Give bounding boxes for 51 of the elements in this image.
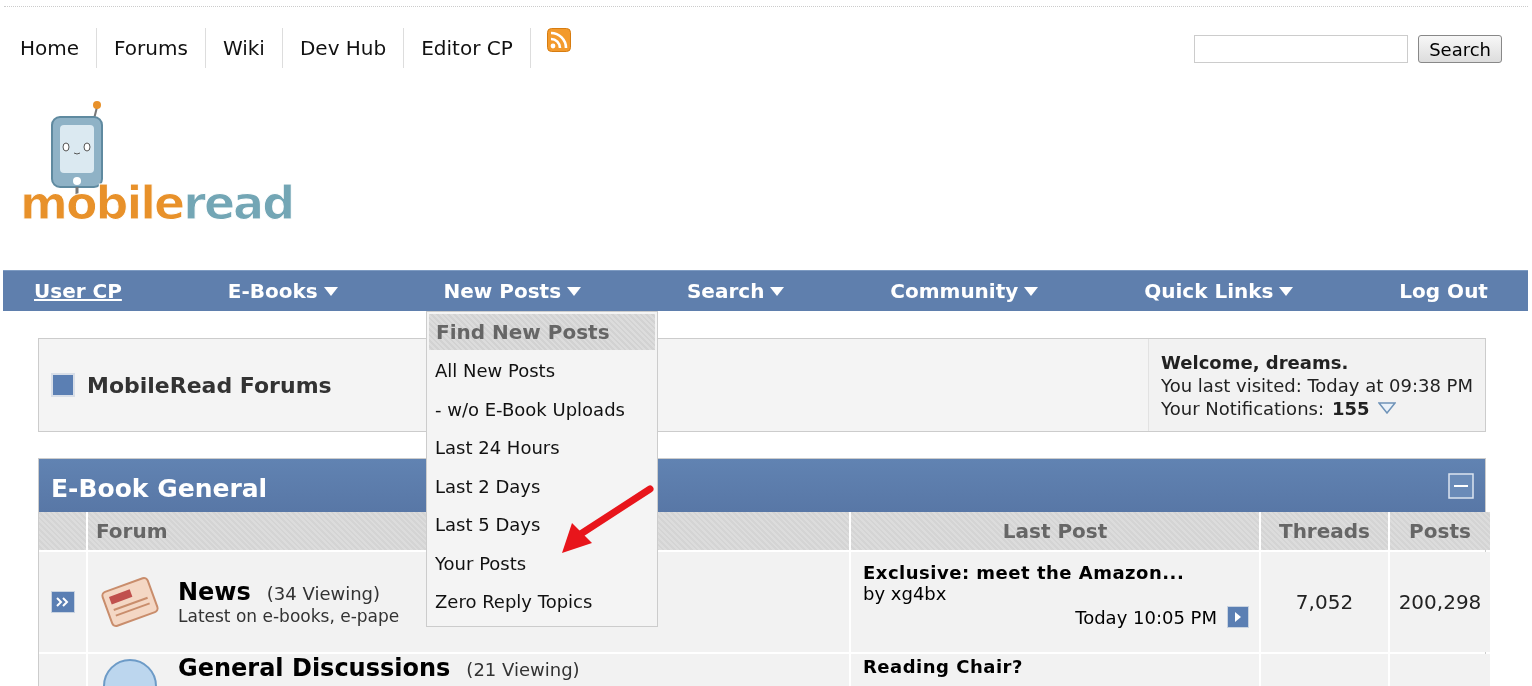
- nav-menu-item[interactable]: Search: [686, 275, 785, 307]
- top-nav-link[interactable]: Wiki: [205, 28, 283, 68]
- menu-item[interactable]: Last 24 Hours: [427, 429, 657, 468]
- caret-icon: [770, 286, 785, 296]
- top-nav-link[interactable]: Dev Hub: [282, 28, 405, 68]
- viewing-count: (21 Viewing): [466, 659, 580, 680]
- thread-count: 7,052: [1295, 590, 1354, 614]
- rss-icon[interactable]: [546, 28, 571, 52]
- menu-heading: Find New Posts: [429, 314, 655, 350]
- category-title[interactable]: E-Book General: [51, 468, 268, 503]
- search-button[interactable]: Search: [1418, 35, 1502, 63]
- forum-title[interactable]: MobileRead Forums: [87, 372, 332, 398]
- go-to-post-icon[interactable]: [1227, 606, 1249, 628]
- nav-menu-item[interactable]: Community: [890, 275, 1039, 307]
- menu-item[interactable]: All New Posts: [427, 352, 657, 391]
- forum-name[interactable]: News: [178, 578, 251, 606]
- column-header: Last Post: [851, 512, 1259, 550]
- nav-menu-item[interactable]: Quick Links: [1144, 275, 1294, 307]
- last-post-time: Today 10:05 PM: [1075, 606, 1217, 628]
- nav-menu-item[interactable]: Log Out: [1399, 275, 1488, 307]
- collapse-icon[interactable]: [1448, 472, 1474, 499]
- caret-icon: [323, 286, 338, 296]
- caret-icon: [1024, 286, 1039, 296]
- menu-item[interactable]: - w/o E-Book Uploads: [427, 390, 657, 429]
- nav-menu-item[interactable]: E-Books: [227, 275, 338, 307]
- top-nav-link[interactable]: Home: [3, 28, 98, 68]
- forum-square-icon: [51, 373, 75, 397]
- viewing-count: (34 Viewing): [266, 583, 381, 604]
- forum-name[interactable]: General Discussions: [178, 654, 451, 682]
- forum-description: Latest on e-books, e-pape: [178, 606, 400, 626]
- new-posts-icon[interactable]: [50, 591, 75, 613]
- dropdown-triangle-icon[interactable]: [1377, 402, 1396, 414]
- top-nav-link[interactable]: Forums: [97, 28, 206, 68]
- welcome-text: Welcome, dreams.: [1161, 350, 1350, 374]
- caret-icon: [567, 286, 582, 296]
- notifications-label: Your Notifications:: [1161, 396, 1324, 420]
- menu-item[interactable]: Zero Reply Topics: [427, 583, 657, 622]
- last-post-author: by xg4bx: [863, 583, 948, 604]
- post-count: 200,298: [1398, 590, 1482, 614]
- nav-menu-item[interactable]: New Posts: [443, 275, 582, 307]
- column-header: Threads: [1261, 512, 1388, 550]
- nav-menu-item[interactable]: User CP: [34, 275, 122, 307]
- header-cell: [39, 512, 86, 550]
- last-post-title[interactable]: Exclusive: meet the Amazon...: [863, 562, 1249, 583]
- column-header: Posts: [1390, 512, 1490, 550]
- notifications-count[interactable]: 155: [1332, 396, 1370, 420]
- menu-item[interactable]: Last 2 Days: [427, 467, 657, 506]
- top-nav-link[interactable]: Editor CP: [404, 28, 531, 68]
- caret-icon: [1279, 286, 1294, 296]
- search-field[interactable]: [1194, 35, 1409, 63]
- last-visited-text: You last visited: Today at 09:38 PM: [1161, 373, 1473, 397]
